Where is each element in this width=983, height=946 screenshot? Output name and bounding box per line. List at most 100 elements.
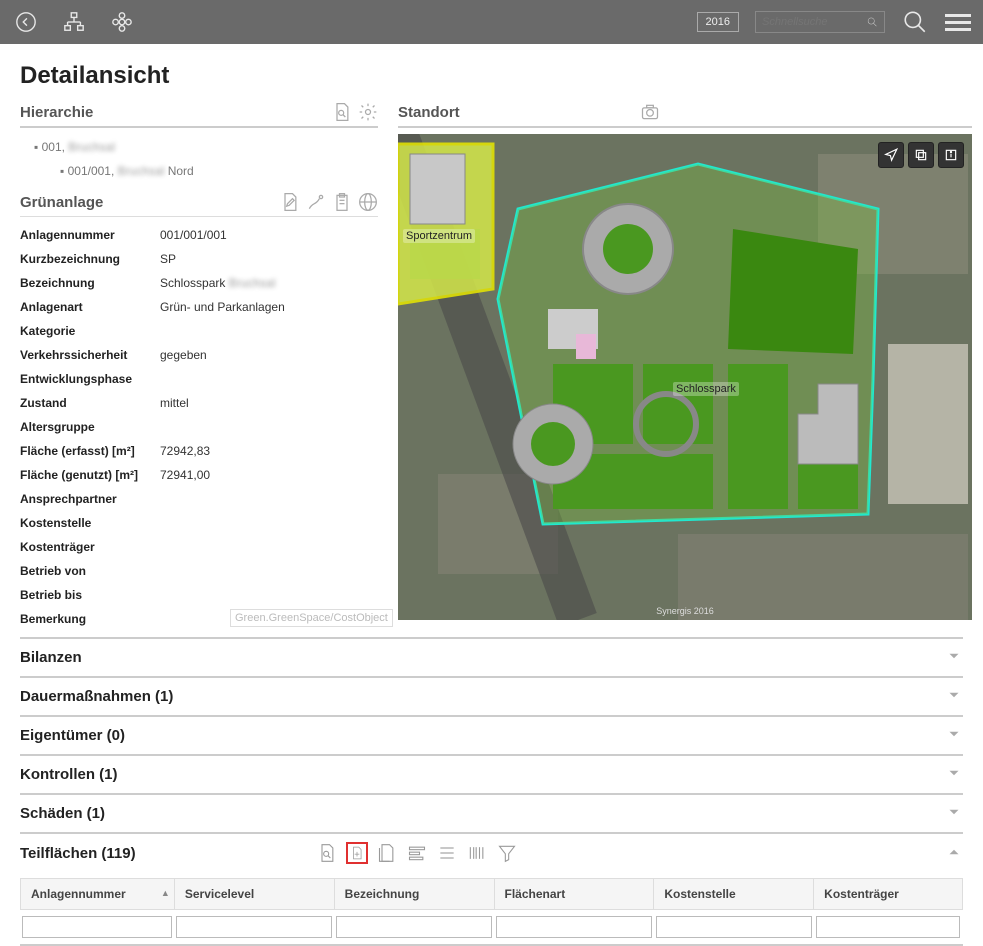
back-button[interactable] (12, 8, 40, 36)
property-value: Schlosspark Bruchsal (160, 276, 275, 290)
col-anlagennummer[interactable]: Anlagennummer▲ (21, 879, 175, 909)
sitemap-icon[interactable] (60, 8, 88, 36)
property-value: 72941,00 (160, 468, 210, 482)
filter-flaechenart[interactable] (496, 916, 652, 938)
filter-kostenstelle[interactable] (656, 916, 812, 938)
filter-icon[interactable] (496, 842, 518, 864)
property-row: Ansprechpartner (20, 487, 378, 511)
property-row: Fläche (genutzt) [m²]72941,00 (20, 463, 378, 487)
property-row: Kostenstelle (20, 511, 378, 535)
property-label: Altersgruppe (20, 420, 160, 434)
filter-anlagennummer[interactable] (22, 916, 172, 938)
grid-filter-row (20, 910, 963, 944)
property-label: Bezeichnung (20, 276, 160, 290)
location-header: Standort (398, 102, 972, 128)
acc-teilflaechen[interactable]: Teilflächen (119) (20, 834, 963, 872)
chevron-down-icon (945, 764, 963, 785)
map-label-sport: Sportzentrum (403, 229, 475, 243)
acc-dauermassnahmen[interactable]: Dauermaßnahmen (1) (20, 678, 963, 715)
search-doc-icon[interactable] (316, 842, 338, 864)
year-indicator[interactable]: 2016 (697, 12, 739, 32)
map-layers-button[interactable] (908, 142, 934, 168)
chevron-down-icon (945, 803, 963, 824)
map-locate-button[interactable] (878, 142, 904, 168)
property-row: Entwicklungsphase (20, 367, 378, 391)
map-info-button[interactable] (938, 142, 964, 168)
map-label-park: Schlosspark (673, 382, 739, 396)
col-kostentraeger[interactable]: Kostenträger (814, 879, 962, 909)
location-title: Standort (398, 104, 460, 121)
property-label: Fläche (erfasst) [m²] (20, 444, 160, 458)
property-row: Kostenträger (20, 535, 378, 559)
property-value: mittel (160, 396, 189, 410)
property-row: Verkehrssicherheitgegeben (20, 343, 378, 367)
property-value: SP (160, 252, 176, 266)
acc-bilanzen[interactable]: Bilanzen (20, 639, 963, 676)
property-label: Bemerkung (20, 612, 160, 626)
property-label: Entwicklungsphase (20, 372, 160, 386)
property-value: 001/001/001 (160, 228, 227, 242)
greenspace-title: Grünanlage (20, 194, 103, 211)
copy-doc-icon[interactable] (376, 842, 398, 864)
globe-icon[interactable] (358, 192, 378, 212)
top-navbar: 2016 (0, 0, 983, 44)
grid-header: Anlagennummer▲ Servicelevel Bezeichnung … (20, 878, 963, 910)
sign-icon[interactable] (306, 192, 326, 212)
property-value: gegeben (160, 348, 207, 362)
property-row: Kategorie (20, 319, 378, 343)
hierarchy-item-2[interactable]: ▪ 001/001, Bruchsal Nord (20, 160, 378, 182)
property-label: Verkehrssicherheit (20, 348, 160, 362)
greenspace-header: Grünanlage (20, 192, 378, 217)
barcode-icon[interactable] (466, 842, 488, 864)
quick-search[interactable] (755, 11, 885, 33)
properties-table: Anlagennummer001/001/001KurzbezeichnungS… (20, 223, 378, 631)
property-label: Betrieb bis (20, 588, 160, 602)
list-icon[interactable] (436, 842, 458, 864)
hierarchy-item-1[interactable]: ▪ 001, Bruchsal (20, 134, 378, 160)
menu-button[interactable] (945, 14, 971, 31)
filter-kostentraeger[interactable] (816, 916, 960, 938)
map-canvas[interactable]: Sportzentrum Schlosspark Synergis 2016 (398, 134, 972, 620)
tooltip-hint: Green.GreenSpace/CostObject (230, 609, 393, 627)
property-label: Anlagenart (20, 300, 160, 314)
property-label: Betrieb von (20, 564, 160, 578)
property-value: Grün- und Parkanlagen (160, 300, 285, 314)
search-doc-icon[interactable] (332, 102, 352, 122)
acc-eigentuemer[interactable]: Eigentümer (0) (20, 717, 963, 754)
gear-icon[interactable] (358, 102, 378, 122)
property-row: KurzbezeichnungSP (20, 247, 378, 271)
map-copyright: Synergis 2016 (656, 606, 714, 616)
clipboard-icon[interactable] (332, 192, 352, 212)
camera-icon[interactable] (640, 102, 660, 122)
search-input[interactable] (762, 16, 866, 28)
col-flaechenart[interactable]: Flächenart (495, 879, 655, 909)
property-row: Anlagennummer001/001/001 (20, 223, 378, 247)
page-title: Detailansicht (20, 62, 963, 90)
hierarchy-header: Hierarchie (20, 102, 378, 128)
col-servicelevel[interactable]: Servicelevel (175, 879, 335, 909)
edit-doc-icon[interactable] (280, 192, 300, 212)
advanced-search-icon[interactable] (901, 8, 929, 36)
chevron-down-icon (945, 686, 963, 707)
filter-bezeichnung[interactable] (336, 916, 492, 938)
property-label: Kostenstelle (20, 516, 160, 530)
chevron-up-icon (945, 843, 963, 864)
add-doc-icon[interactable] (346, 842, 368, 864)
flower-icon[interactable] (108, 8, 136, 36)
property-label: Ansprechpartner (20, 492, 160, 506)
property-value: 72942,83 (160, 444, 210, 458)
acc-schaeden[interactable]: Schäden (1) (20, 795, 963, 832)
columns-icon[interactable] (406, 842, 428, 864)
chevron-down-icon (945, 647, 963, 668)
filter-servicelevel[interactable] (176, 916, 332, 938)
property-row: Zustandmittel (20, 391, 378, 415)
property-label: Zustand (20, 396, 160, 410)
col-bezeichnung[interactable]: Bezeichnung (335, 879, 495, 909)
property-label: Kurzbezeichnung (20, 252, 160, 266)
col-kostenstelle[interactable]: Kostenstelle (654, 879, 814, 909)
property-row: AnlagenartGrün- und Parkanlagen (20, 295, 378, 319)
property-label: Kategorie (20, 324, 160, 338)
acc-kontrollen[interactable]: Kontrollen (1) (20, 756, 963, 793)
property-row: Altersgruppe (20, 415, 378, 439)
hierarchy-list: ▪ 001, Bruchsal ▪ 001/001, Bruchsal Nord (20, 134, 378, 182)
